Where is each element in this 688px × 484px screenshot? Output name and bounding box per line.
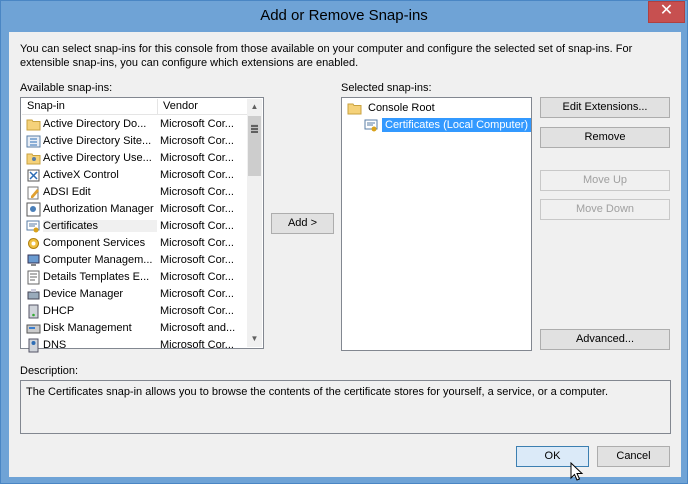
folder-users-icon xyxy=(26,151,41,166)
column-header-snapin[interactable]: Snap-in xyxy=(22,99,158,115)
edit-extensions-button[interactable]: Edit Extensions... xyxy=(540,97,670,118)
component-services-icon xyxy=(26,236,41,251)
folder-icon xyxy=(347,101,362,116)
tree-item-label: Console Root xyxy=(368,102,435,114)
title-bar[interactable]: Add or Remove Snap-ins ✕ xyxy=(1,1,687,32)
snapin-name: ActiveX Control xyxy=(43,169,119,181)
snapin-vendor: Microsoft Cor... xyxy=(160,339,234,351)
snapin-vendor: Microsoft Cor... xyxy=(160,135,234,147)
close-icon: ✕ xyxy=(659,2,674,19)
snapin-name: Disk Management xyxy=(43,322,132,334)
list-item[interactable]: Device Manager Microsoft Cor... xyxy=(22,286,248,303)
snapin-vendor: Microsoft Cor... xyxy=(160,220,234,232)
list-item[interactable]: Active Directory Use... Microsoft Cor... xyxy=(22,150,248,167)
snapin-name: Active Directory Site... xyxy=(43,135,152,147)
scroll-up-arrow-icon[interactable]: ▲ xyxy=(247,99,262,115)
list-item[interactable]: Authorization Manager Microsoft Cor... xyxy=(22,201,248,218)
dhcp-icon xyxy=(26,304,41,319)
snapin-name: Certificates xyxy=(43,220,157,232)
list-item[interactable]: Active Directory Do... Microsoft Cor... xyxy=(22,116,248,133)
snapin-vendor: Microsoft Cor... xyxy=(160,271,234,283)
available-snapins-list[interactable]: Snap-in Vendor Active Directory Do... Mic… xyxy=(20,97,264,353)
snapin-name: Device Manager xyxy=(43,288,124,300)
snapin-vendor: Microsoft Cor... xyxy=(160,203,234,215)
available-snapins-label: Available snap-ins: xyxy=(20,82,113,94)
list-item[interactable]: Component Services Microsoft Cor... xyxy=(22,235,248,252)
activex-icon xyxy=(26,168,41,183)
snapin-name: DHCP xyxy=(43,305,75,317)
selected-snapins-label: Selected snap-ins: xyxy=(341,82,432,94)
folder-icon xyxy=(26,117,41,132)
list-item[interactable]: Certificates Microsoft Cor... xyxy=(22,218,248,235)
dialog-window: Add or Remove Snap-ins ✕ You can select … xyxy=(0,0,688,484)
snapin-name: Component Services xyxy=(43,237,146,249)
snapin-vendor: Microsoft Cor... xyxy=(160,237,234,249)
scroll-grip-icon: ▬ ▬ ▬ xyxy=(251,122,258,135)
snapin-name: ADSI Edit xyxy=(43,186,91,198)
description-label: Description: xyxy=(20,365,79,377)
snapin-name: Authorization Manager xyxy=(43,203,154,215)
advanced-button[interactable]: Advanced... xyxy=(540,329,670,350)
scroll-down-arrow-icon[interactable]: ▼ xyxy=(247,331,262,347)
move-down-button[interactable]: Move Down xyxy=(540,199,670,220)
sites-icon xyxy=(26,134,41,149)
authorization-icon xyxy=(26,202,41,217)
dialog-body: You can select snap-ins for this console… xyxy=(9,32,681,477)
snapin-name: DNS xyxy=(43,339,67,351)
list-item[interactable]: DHCP Microsoft Cor... xyxy=(22,303,248,320)
cancel-button[interactable]: Cancel xyxy=(597,446,670,467)
snapin-vendor: Microsoft Cor... xyxy=(160,305,234,317)
list-item[interactable]: ActiveX Control Microsoft Cor... xyxy=(22,167,248,184)
list-header: Snap-in Vendor xyxy=(22,99,248,115)
certificate-icon xyxy=(364,118,379,133)
list-item[interactable]: Details Templates E... Microsoft Cor... xyxy=(22,269,248,286)
intro-text: You can select snap-ins for this console… xyxy=(20,43,633,69)
dns-icon xyxy=(26,338,41,353)
list-item[interactable]: Computer Managem... Microsoft Cor... xyxy=(22,252,248,269)
snapin-vendor: Microsoft and... xyxy=(160,322,236,334)
move-up-button[interactable]: Move Up xyxy=(540,170,670,191)
snapin-name: Details Templates E... xyxy=(43,271,150,283)
description-text: The Certificates snap-in allows you to b… xyxy=(26,386,609,398)
certificate-icon xyxy=(26,219,41,234)
snapin-name: Computer Managem... xyxy=(43,254,153,266)
snapin-vendor: Microsoft Cor... xyxy=(160,186,234,198)
remove-button[interactable]: Remove xyxy=(540,127,670,148)
computer-management-icon xyxy=(26,253,41,268)
list-item[interactable]: Active Directory Site... Microsoft Cor... xyxy=(22,133,248,150)
tree-item-label: Certificates (Local Computer) xyxy=(382,118,532,132)
vertical-scrollbar[interactable]: ▲ ▬ ▬ ▬ ▼ xyxy=(247,99,262,347)
snapin-name: Active Directory Use... xyxy=(43,152,152,164)
snapin-vendor: Microsoft Cor... xyxy=(160,152,234,164)
list-item[interactable]: DNS Microsoft Cor... xyxy=(22,337,248,354)
device-manager-icon xyxy=(26,287,41,302)
description-box: The Certificates snap-in allows you to b… xyxy=(20,380,671,434)
mouse-pointer-icon xyxy=(570,462,584,481)
selected-snapins-tree[interactable]: Console Root Certificates (Local Compute… xyxy=(341,97,532,351)
disk-management-icon xyxy=(26,321,41,336)
dialog-title: Add or Remove Snap-ins xyxy=(260,7,428,24)
templates-icon xyxy=(26,270,41,285)
column-header-vendor[interactable]: Vendor xyxy=(158,99,248,115)
list-item[interactable]: ADSI Edit Microsoft Cor... xyxy=(22,184,248,201)
snapin-vendor: Microsoft Cor... xyxy=(160,254,234,266)
snapin-vendor: Microsoft Cor... xyxy=(160,169,234,181)
close-button[interactable]: ✕ xyxy=(648,1,685,23)
snapin-name: Active Directory Do... xyxy=(43,118,147,130)
list-item[interactable]: Disk Management Microsoft and... xyxy=(22,320,248,337)
snapin-vendor: Microsoft Cor... xyxy=(160,118,234,130)
add-button[interactable]: Add > xyxy=(271,213,334,234)
adsi-edit-icon xyxy=(26,185,41,200)
snapin-vendor: Microsoft Cor... xyxy=(160,288,234,300)
